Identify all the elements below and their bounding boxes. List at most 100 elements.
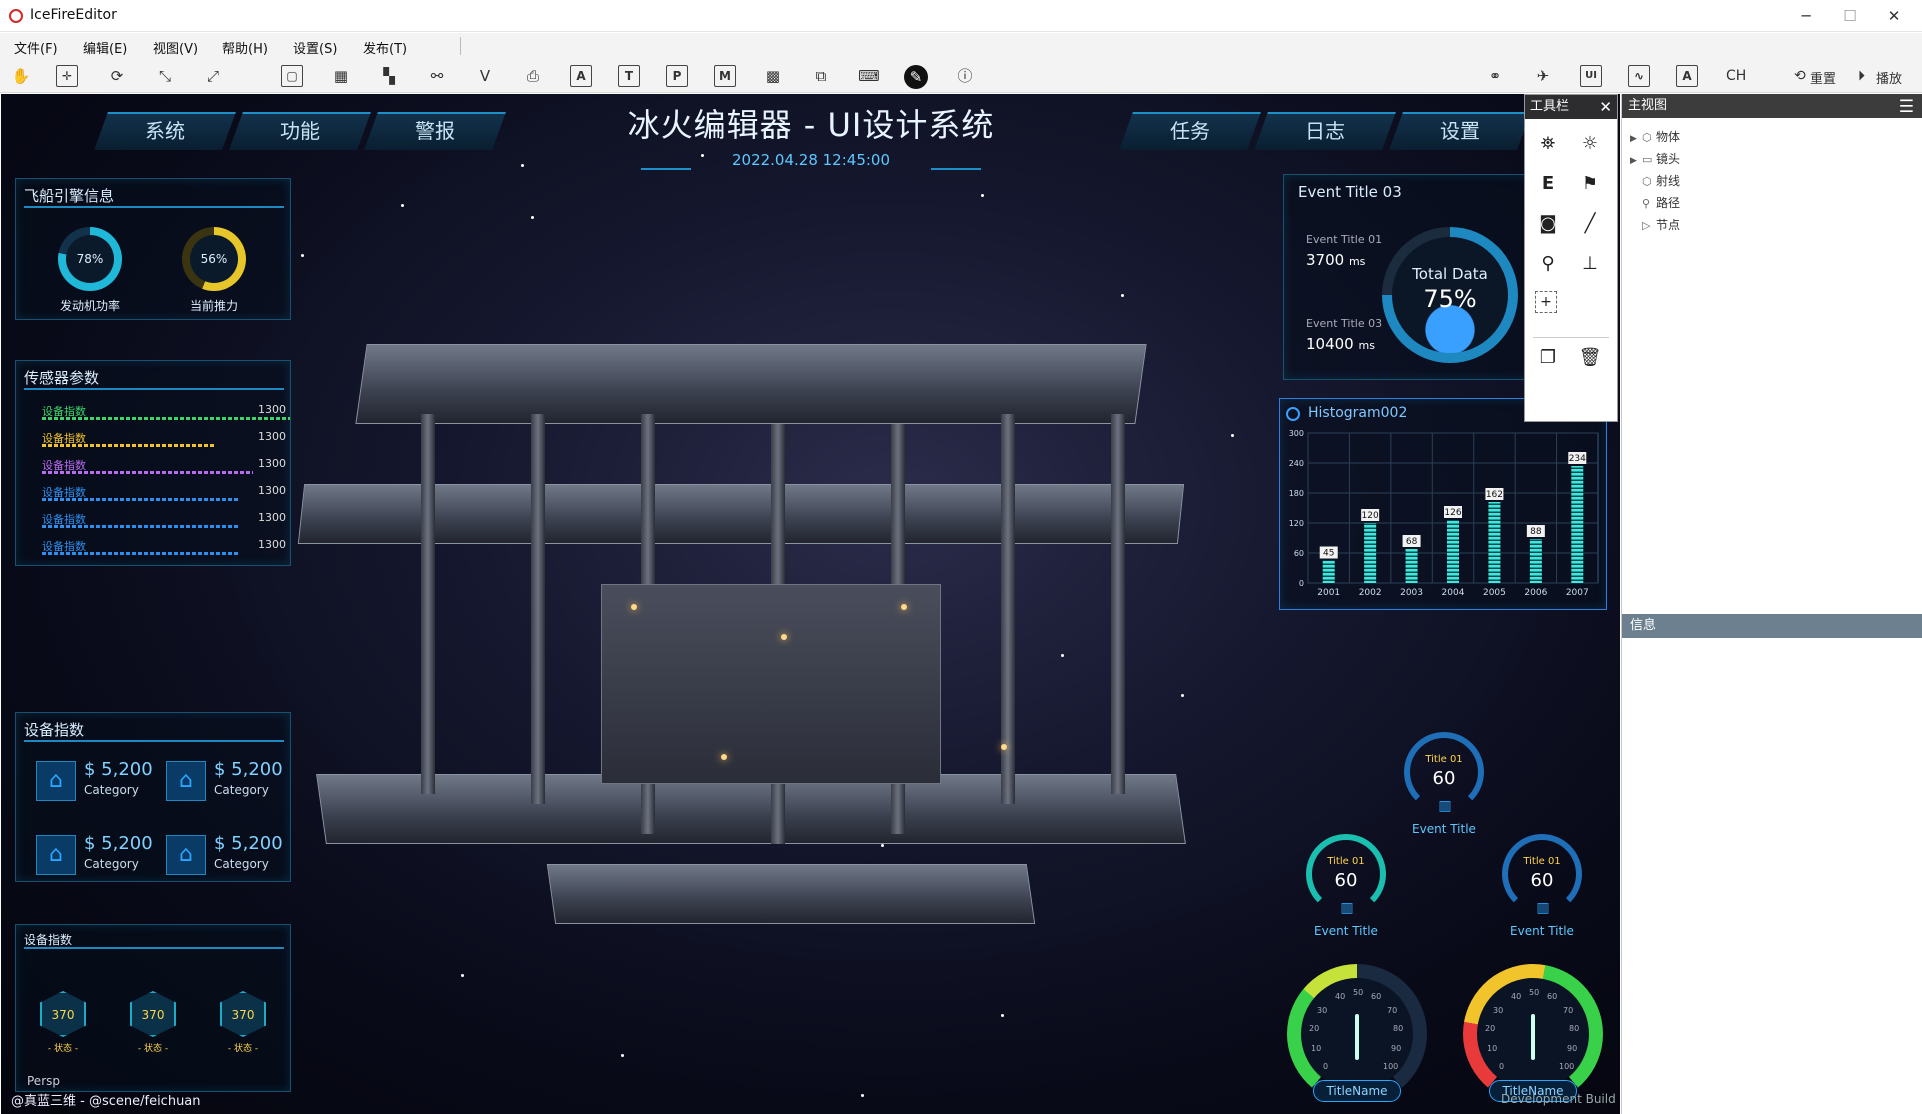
star (1121, 294, 1124, 297)
maximize-button[interactable]: ☐ (1828, 4, 1872, 28)
nav-tab-task[interactable]: 任务 (1119, 112, 1261, 150)
speedometer-tick: 60 (1371, 992, 1382, 1001)
trash-icon[interactable]: 🗑 (1577, 345, 1603, 371)
light-icon[interactable]: ☼ (1577, 131, 1603, 157)
text-a-icon[interactable]: A (570, 65, 592, 87)
speedometer-tick: 40 (1511, 992, 1522, 1001)
info-icon[interactable]: ⓘ (952, 64, 978, 88)
chip-icon[interactable]: ▩ (760, 64, 786, 88)
text-t-icon[interactable]: T (618, 65, 640, 87)
building-icon: ▥ (1536, 900, 1550, 916)
text-icon[interactable]: A (1676, 65, 1698, 87)
reset-button[interactable]: 重置 (1810, 68, 1836, 87)
copy-icon[interactable]: ⧉ (808, 64, 834, 88)
y-tick-label: 0 (1299, 579, 1304, 588)
node-graph-icon[interactable]: ⚯ (424, 64, 450, 88)
hamburger-menu-icon[interactable]: ☰ (1899, 97, 1914, 117)
camera-icon[interactable]: ⚭ (1482, 64, 1508, 88)
close-window-button[interactable]: ✕ (1872, 4, 1916, 28)
hand-tool-icon[interactable]: ✋ (8, 64, 34, 88)
nav-tab-label: 任务 (1170, 119, 1210, 143)
add-node-icon[interactable]: + (1535, 291, 1557, 313)
bar-value-label: 126 (1444, 508, 1461, 518)
speedometer-tick: 0 (1323, 1062, 1329, 1071)
menu-view[interactable]: 视图(V) (153, 38, 198, 57)
flag-icon[interactable]: ⚑ (1577, 171, 1603, 197)
nav-tab-alarm[interactable]: 警报 (364, 112, 506, 150)
device-category: Category (84, 783, 139, 797)
tool-panel-close-button[interactable]: ✕ (1599, 95, 1612, 119)
speedometer-needle (1355, 1014, 1359, 1060)
minimize-button[interactable]: ─ (1784, 4, 1828, 28)
sensor-value: 1300 (258, 511, 286, 524)
device-card[interactable]: ⌂ $ 5,200 Category (166, 755, 296, 815)
nav-tab-settings[interactable]: 设置 (1389, 112, 1531, 150)
engine-power-gauge: 78% (58, 227, 122, 291)
hex-value: 370 (130, 991, 176, 1037)
spaceship-model[interactable] (297, 304, 1271, 944)
menu-file[interactable]: 文件(F) (14, 38, 58, 57)
fullscreen-icon[interactable]: ⤢ (200, 64, 226, 88)
device-card[interactable]: ⌂ $ 5,200 Category (36, 755, 166, 815)
line-icon[interactable]: ╱ (1577, 211, 1603, 237)
layout-icon[interactable]: ▚ (376, 64, 402, 88)
add-object-icon[interactable]: ⛯ (1535, 131, 1561, 157)
path-icon[interactable]: ⚲ (1535, 251, 1561, 277)
plane-icon[interactable]: ✈ (1530, 64, 1556, 88)
print-icon[interactable]: ⎙ (520, 64, 546, 88)
nav-tab-system[interactable]: 系统 (94, 112, 236, 150)
keyboard-icon[interactable]: ⌨ (856, 64, 882, 88)
scene-viewport[interactable]: 系统 功能 警报 任务 日志 设置 冰火编辑器 - UI设计系统 2022.04… (1, 94, 1620, 1114)
bar-value-label: 88 (1530, 527, 1542, 537)
tree-item[interactable]: ⚲ 路径 (1630, 194, 1680, 211)
reset-icon[interactable]: ⟲ (1794, 68, 1806, 84)
tree-item-label: 射线 (1656, 174, 1681, 188)
text-m-icon[interactable]: M (714, 65, 736, 87)
move-tool-icon[interactable]: ✛ (56, 65, 78, 87)
expand-arrow-icon[interactable]: ▶ (1630, 134, 1642, 144)
grid-icon[interactable]: ▦ (328, 64, 354, 88)
menu-help[interactable]: 帮助(H) (222, 38, 268, 57)
device-card[interactable]: ⌂ $ 5,200 Category (36, 829, 166, 889)
panel-icon[interactable]: ▢ (281, 65, 303, 87)
menu-edit[interactable]: 编辑(E) (83, 38, 127, 57)
play-button[interactable]: 播放 (1876, 68, 1902, 87)
x-tick-label: 2006 (1524, 588, 1547, 598)
v-icon[interactable]: V (472, 64, 498, 88)
menu-publish[interactable]: 发布(T) (363, 38, 407, 57)
top-deck (355, 344, 1147, 424)
home-icon: ⌂ (166, 761, 206, 801)
node-type-icon: ▷ (1642, 219, 1651, 232)
camera-tool-icon[interactable]: ◙ (1535, 211, 1561, 237)
chart-icon[interactable]: ∿ (1628, 65, 1650, 87)
tree-item[interactable]: ▶ ⬡ 物体 (1630, 128, 1680, 145)
event-icon[interactable]: E (1535, 171, 1561, 197)
panel-title-bar (24, 947, 284, 949)
layers-icon[interactable]: ❐ (1535, 345, 1561, 371)
rotate-tool-icon[interactable]: ⟳ (104, 64, 130, 88)
nav-tab-log[interactable]: 日志 (1254, 112, 1396, 150)
tree-item[interactable]: ⬡ 射线 (1630, 172, 1680, 189)
sensor-value: 1300 (258, 538, 286, 551)
expand-arrow-icon[interactable]: ▶ (1630, 156, 1642, 166)
brush-icon[interactable]: ✎ (904, 65, 928, 89)
histogram-panel: Histogram002 0 60 120 180 240 300 45 2001 120 200… (1279, 398, 1607, 610)
language-toggle[interactable]: CH (1726, 68, 1746, 84)
pillar (1111, 414, 1125, 794)
home-icon: ⌂ (36, 761, 76, 801)
tree-item[interactable]: ▶ ▭ 镜头 (1630, 150, 1680, 167)
play-icon[interactable]: ⏵ (1858, 68, 1865, 84)
text-p-icon[interactable]: P (666, 65, 688, 87)
light (781, 634, 787, 640)
x-tick-label: 2007 (1566, 588, 1589, 598)
scale-tool-icon[interactable]: ⤡ (152, 64, 178, 88)
tree-item[interactable]: ▷ 节点 (1630, 216, 1680, 233)
nav-tab-function[interactable]: 功能 (229, 112, 371, 150)
bottom-deck (316, 774, 1186, 844)
bar (1571, 466, 1584, 583)
pillar (421, 414, 435, 794)
ui-icon[interactable]: UI (1580, 65, 1602, 87)
menu-settings[interactable]: 设置(S) (293, 38, 337, 57)
hierarchy-icon[interactable]: ⊥ (1577, 251, 1603, 277)
device-card[interactable]: ⌂ $ 5,200 Category (166, 829, 296, 889)
